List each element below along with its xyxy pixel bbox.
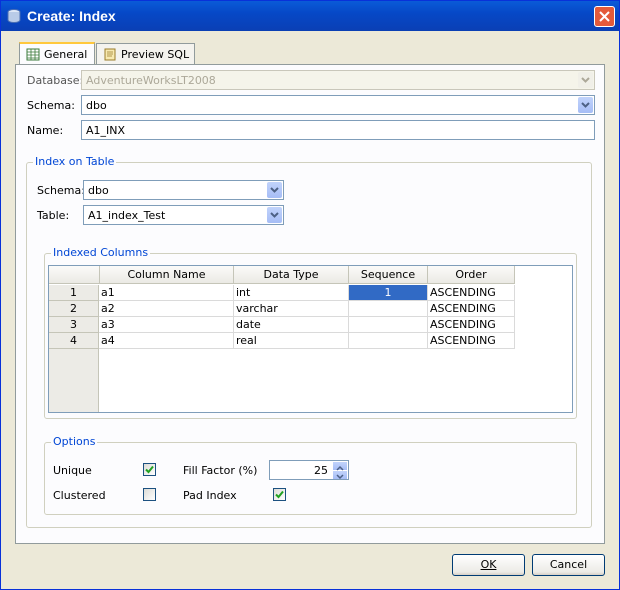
- clustered-label: Clustered: [53, 489, 106, 502]
- chevron-down-icon: [270, 187, 279, 193]
- checkmark-icon: [275, 490, 284, 499]
- table-cell-type[interactable]: varchar: [234, 301, 349, 317]
- close-button[interactable]: [594, 6, 615, 27]
- table-cell-sequence[interactable]: 1: [349, 285, 428, 301]
- table-cell-name[interactable]: a3: [99, 317, 234, 333]
- tab-preview-sql-label: Preview SQL: [121, 47, 190, 61]
- row-header[interactable]: 4: [49, 333, 99, 349]
- table-cell-type[interactable]: int: [234, 285, 349, 301]
- ok-button[interactable]: OK: [452, 554, 525, 576]
- database-value: AdventureWorksLT2008: [86, 74, 216, 87]
- name-label: Name:: [27, 124, 64, 137]
- close-icon: [599, 11, 610, 22]
- title-bar[interactable]: Create: Index: [1, 1, 619, 31]
- table-cell-sequence[interactable]: [349, 301, 428, 317]
- fill-factor-value: 25: [314, 464, 328, 477]
- table-cell-name[interactable]: a1: [99, 285, 234, 301]
- chevron-down-icon: [270, 212, 279, 218]
- database-icon: [7, 9, 21, 23]
- tab-preview-sql[interactable]: Preview SQL: [96, 43, 195, 64]
- pad-index-label: Pad Index: [183, 489, 237, 502]
- row-header-fill: [49, 348, 99, 412]
- checkmark-icon: [145, 465, 154, 474]
- column-header-sequence[interactable]: Sequence: [349, 266, 428, 284]
- clustered-checkbox[interactable]: [143, 488, 156, 501]
- unique-checkbox[interactable]: [143, 463, 156, 476]
- schema-combo[interactable]: dbo: [81, 95, 595, 115]
- chevron-down-icon: [581, 77, 590, 83]
- column-header-name[interactable]: Column Name: [100, 266, 234, 284]
- unique-label: Unique: [53, 464, 92, 477]
- table-cell-order[interactable]: ASCENDING: [428, 317, 515, 333]
- table-cell-order[interactable]: ASCENDING: [428, 301, 515, 317]
- table-combo[interactable]: A1_index_Test: [83, 205, 284, 225]
- indexed-columns-title: Indexed Columns: [51, 246, 151, 259]
- table-cell-name[interactable]: a4: [99, 333, 234, 349]
- ok-button-label: OK: [480, 558, 497, 571]
- cancel-button-label: Cancel: [549, 558, 588, 571]
- indexed-columns-table[interactable]: Column Name Data Type Sequence Order 1 a…: [48, 265, 573, 413]
- column-header-order[interactable]: Order: [428, 266, 515, 284]
- schema-value: dbo: [86, 99, 107, 112]
- table-cell-type[interactable]: date: [234, 317, 349, 333]
- schema-dropdown-button[interactable]: [578, 97, 593, 113]
- database-combo: AdventureWorksLT2008: [81, 70, 595, 90]
- table-label: Table:: [37, 209, 70, 222]
- fill-factor-label: Fill Factor (%): [183, 464, 258, 477]
- table-cell-order[interactable]: ASCENDING: [428, 285, 515, 301]
- window-title: Create: Index: [27, 8, 116, 24]
- corner-header: [49, 266, 100, 284]
- pad-index-checkbox[interactable]: [273, 488, 286, 501]
- table-cell-order[interactable]: ASCENDING: [428, 333, 515, 349]
- document-icon: [104, 48, 116, 60]
- chevron-down-icon: [581, 102, 590, 108]
- row-header[interactable]: 1: [49, 285, 99, 301]
- table-schema-dropdown-button[interactable]: [267, 182, 282, 198]
- database-label: Database:: [27, 74, 84, 87]
- spin-down-button[interactable]: [333, 471, 347, 480]
- table-cell-sequence[interactable]: [349, 333, 428, 349]
- database-dropdown-button: [578, 72, 593, 88]
- row-header[interactable]: 2: [49, 301, 99, 317]
- name-field[interactable]: A1_INX: [81, 120, 595, 140]
- table-schema-value: dbo: [88, 184, 109, 197]
- dialog-window: Create: Index General Preview SQL Databa…: [0, 0, 620, 590]
- tab-general[interactable]: General: [19, 42, 95, 65]
- table-cell-type[interactable]: real: [234, 333, 349, 349]
- table-schema-combo[interactable]: dbo: [83, 180, 284, 200]
- options-title: Options: [51, 435, 98, 448]
- chevron-down-icon: [336, 474, 344, 480]
- table-cell-name[interactable]: a2: [99, 301, 234, 317]
- spin-up-button[interactable]: [333, 462, 347, 471]
- index-on-table-title: Index on Table: [33, 155, 117, 168]
- table-dropdown-button[interactable]: [267, 207, 282, 223]
- table-schema-label: Schema:: [37, 184, 85, 197]
- fill-factor-stepper[interactable]: 25: [269, 460, 349, 480]
- name-value: A1_INX: [86, 124, 126, 137]
- table-cell-sequence[interactable]: [349, 317, 428, 333]
- cancel-button[interactable]: Cancel: [532, 554, 605, 576]
- grid-icon: [26, 48, 40, 61]
- column-header-type[interactable]: Data Type: [234, 266, 349, 284]
- table-value: A1_index_Test: [88, 209, 166, 222]
- schema-label: Schema:: [27, 99, 75, 112]
- row-header[interactable]: 3: [49, 317, 99, 333]
- tab-general-label: General: [44, 48, 88, 61]
